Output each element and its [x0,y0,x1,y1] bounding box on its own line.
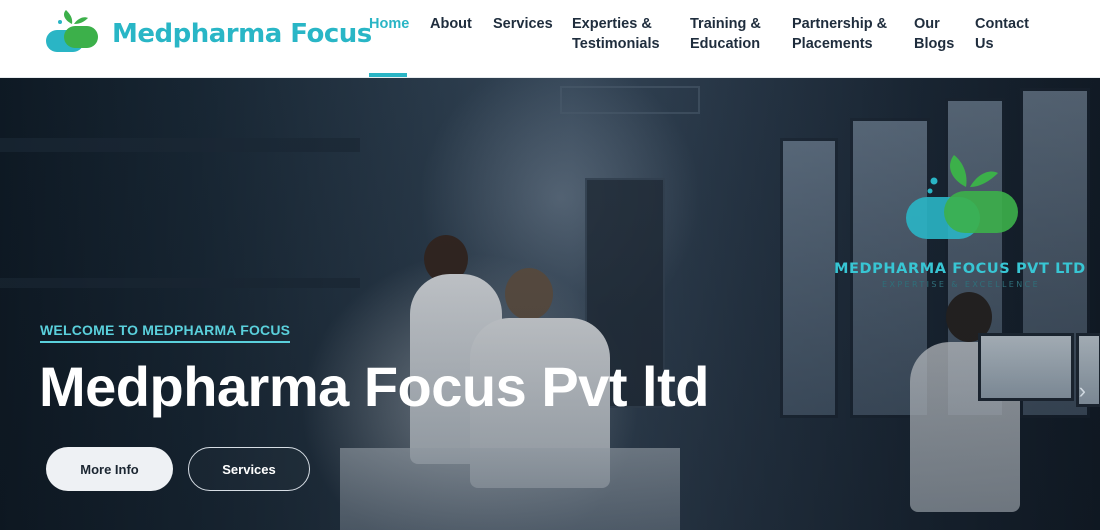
nav-experties-testimonials[interactable]: Experties & Testimonials [572,14,660,54]
nav-our-blogs[interactable]: Our Blogs [914,14,954,54]
nav-partnership-placements[interactable]: Partnership & Placements [792,14,887,54]
nav-training-education[interactable]: Training & Education [690,14,761,54]
main-nav: Home About Services Experties & Testimon… [0,14,1100,78]
nav-services[interactable]: Services [493,14,553,34]
services-button[interactable]: Services [188,447,310,491]
active-nav-indicator [369,73,407,77]
chevron-right-icon[interactable]: › [1079,378,1086,404]
watermark-logo: MEDPHARMA FOCUS PVT LTD EXPERTISE & EXCE… [834,153,1094,293]
hero-title: Medpharma Focus Pvt ltd [39,355,709,418]
more-info-button[interactable]: More Info [46,447,173,491]
watermark-title: MEDPHARMA FOCUS PVT LTD [834,261,1086,277]
site-header: Medpharma Focus Home About Services Expe… [0,0,1100,78]
capsule-leaf-watermark-icon [906,155,1018,239]
nav-home[interactable]: Home [369,14,409,34]
hero-welcome: WELCOME TO MEDPHARMA FOCUS [40,322,291,343]
nav-about[interactable]: About [430,14,472,34]
nav-contact-us[interactable]: Contact Us [975,14,1029,54]
watermark-tagline: EXPERTISE & EXCELLENCE [882,280,1041,289]
